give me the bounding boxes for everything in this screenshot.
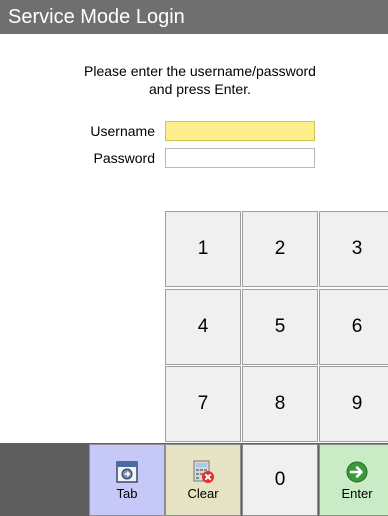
enter-label: Enter xyxy=(341,485,373,501)
instructions: Please enter the username/password and p… xyxy=(0,62,388,98)
key-2[interactable]: 2 xyxy=(242,211,318,287)
tab-button[interactable]: Tab xyxy=(89,444,165,516)
key-4[interactable]: 4 xyxy=(165,289,241,365)
key-7[interactable]: 7 xyxy=(165,366,241,442)
key-1[interactable]: 1 xyxy=(165,211,241,287)
service-mode-login-window: Service Mode Login Please enter the user… xyxy=(0,0,388,516)
window-title: Service Mode Login xyxy=(8,6,185,28)
instructions-line-1: Please enter the username/password xyxy=(84,63,316,79)
username-field[interactable] xyxy=(165,121,315,141)
instructions-line-2: and press Enter. xyxy=(149,81,251,97)
title-bar: Service Mode Login xyxy=(0,0,388,34)
arrow-right-circle-icon xyxy=(346,461,368,482)
clear-button[interactable]: Clear xyxy=(165,444,241,516)
key-9[interactable]: 9 xyxy=(319,366,388,442)
key-6[interactable]: 6 xyxy=(319,289,388,365)
tab-label: Tab xyxy=(116,485,138,501)
key-8[interactable]: 8 xyxy=(242,366,318,442)
enter-button[interactable]: Enter xyxy=(319,444,388,516)
clear-label: Clear xyxy=(187,485,219,501)
key-0[interactable]: 0 xyxy=(242,444,318,516)
password-label: Password xyxy=(93,150,155,166)
key-5[interactable]: 5 xyxy=(242,289,318,365)
key-3[interactable]: 3 xyxy=(319,211,388,287)
username-label: Username xyxy=(90,123,155,139)
clear-calculator-icon xyxy=(193,460,214,483)
password-field[interactable] xyxy=(165,148,315,168)
tab-window-icon xyxy=(116,460,138,483)
